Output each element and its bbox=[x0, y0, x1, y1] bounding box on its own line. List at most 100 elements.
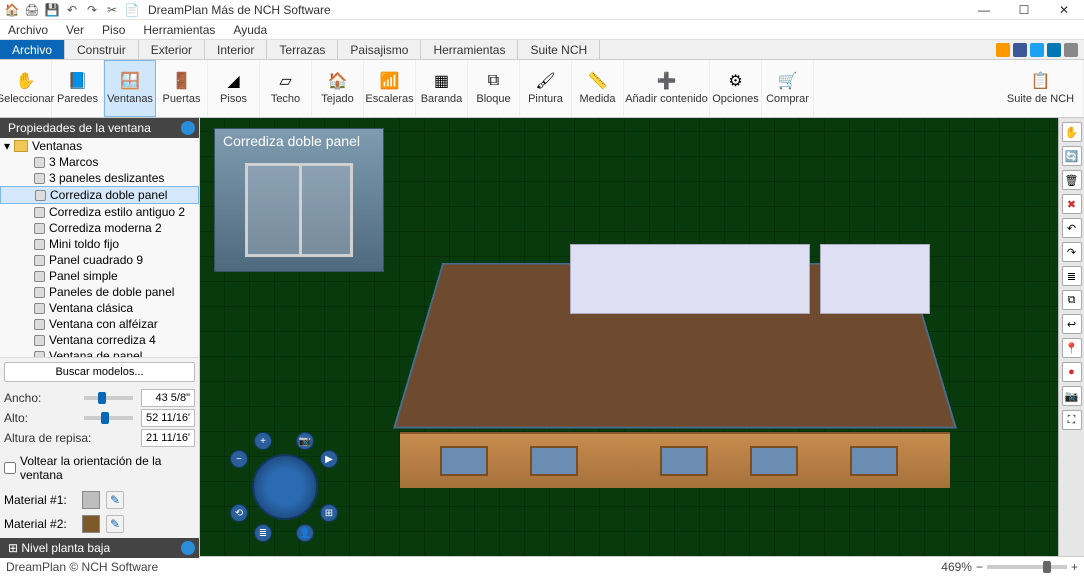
tab-archivo[interactable]: Archivo bbox=[0, 40, 65, 59]
menu-archivo[interactable]: Archivo bbox=[4, 21, 52, 39]
tool-tejado[interactable]: 🏠Tejado bbox=[312, 60, 364, 117]
tool-paredes[interactable]: 📘Paredes bbox=[52, 60, 104, 117]
tab-paisajismo[interactable]: Paisajismo bbox=[338, 40, 421, 59]
tree-item[interactable]: Mini toldo fijo bbox=[0, 236, 199, 252]
zoom-out-button[interactable]: − bbox=[230, 450, 248, 468]
navigation-pad[interactable]: − + 📷 ▶ ⊞ 👤 ≣ ⟲ bbox=[230, 432, 340, 542]
tool-anadir[interactable]: ➕Añadir contenido bbox=[624, 60, 710, 117]
tree-item[interactable]: Corrediza doble panel bbox=[0, 186, 199, 204]
doc-icon[interactable]: 📄 bbox=[124, 2, 140, 18]
print-icon[interactable]: 🖨 bbox=[24, 2, 40, 18]
layer-button[interactable]: ≣ bbox=[254, 524, 272, 542]
tool-pisos[interactable]: ◢Pisos bbox=[208, 60, 260, 117]
tool-techo[interactable]: ▱Techo bbox=[260, 60, 312, 117]
tree-root[interactable]: ▾ Ventanas bbox=[0, 138, 199, 154]
trash-button[interactable]: 🗑 bbox=[1062, 170, 1082, 190]
pin-button[interactable]: 📍 bbox=[1062, 338, 1082, 358]
record-button[interactable]: ● bbox=[1062, 362, 1082, 382]
home-icon[interactable]: 🏠 bbox=[4, 2, 20, 18]
repisa-input[interactable] bbox=[141, 429, 195, 447]
tree-item[interactable]: Corrediza estilo antiguo 2 bbox=[0, 204, 199, 220]
tree-item[interactable]: Panel cuadrado 9 bbox=[0, 252, 199, 268]
tree-item[interactable]: Corrediza moderna 2 bbox=[0, 220, 199, 236]
play-button[interactable]: ▶ bbox=[320, 450, 338, 468]
tool-baranda[interactable]: ▦Baranda bbox=[416, 60, 468, 117]
person-button[interactable]: 👤 bbox=[296, 524, 314, 542]
panel-toggle-icon[interactable] bbox=[181, 121, 195, 135]
tool-puertas[interactable]: 🚪Puertas bbox=[156, 60, 208, 117]
tree-item[interactable]: 3 paneles deslizantes bbox=[0, 170, 199, 186]
delete-x-button[interactable]: ✖ bbox=[1062, 194, 1082, 214]
maximize-button[interactable]: ☐ bbox=[1004, 0, 1044, 20]
social-icon[interactable] bbox=[996, 43, 1010, 57]
eyedropper-icon[interactable]: ✎ bbox=[106, 491, 124, 509]
minimize-button[interactable]: — bbox=[964, 0, 1004, 20]
tab-suite-nch[interactable]: Suite NCH bbox=[518, 40, 600, 59]
reset-button[interactable]: ⟲ bbox=[230, 504, 248, 522]
tab-exterior[interactable]: Exterior bbox=[139, 40, 205, 59]
undo-icon[interactable]: ↶ bbox=[64, 2, 80, 18]
redo-icon[interactable]: ↷ bbox=[84, 2, 100, 18]
tool-comprar[interactable]: 🛒Comprar bbox=[762, 60, 814, 117]
ancho-input[interactable] bbox=[141, 389, 195, 407]
wrap-button[interactable]: ↩ bbox=[1062, 314, 1082, 334]
menu-ver[interactable]: Ver bbox=[62, 21, 88, 39]
tab-herramientas[interactable]: Herramientas bbox=[421, 40, 518, 59]
viewport-3d[interactable]: Corrediza doble panel − + 📷 ▶ ⊞ 👤 ≣ ⟲ bbox=[200, 118, 1058, 556]
tool-seleccionar[interactable]: ✋Seleccionar bbox=[0, 60, 52, 117]
tree-item[interactable]: Ventana con alféizar bbox=[0, 316, 199, 332]
social-icon[interactable] bbox=[1064, 43, 1078, 57]
menu-herramientas[interactable]: Herramientas bbox=[139, 21, 219, 39]
tree-item[interactable]: Ventana corrediza 4 bbox=[0, 332, 199, 348]
search-models-button[interactable]: Buscar modelos... bbox=[4, 362, 195, 382]
alto-slider[interactable] bbox=[84, 416, 133, 420]
tab-construir[interactable]: Construir bbox=[65, 40, 139, 59]
level-bar[interactable]: ⊞ Nivel planta baja bbox=[0, 538, 199, 558]
tool-escaleras[interactable]: 📶Escaleras bbox=[364, 60, 416, 117]
undo-button[interactable]: ↶ bbox=[1062, 218, 1082, 238]
redo-button[interactable]: ↷ bbox=[1062, 242, 1082, 262]
hand-button[interactable]: ✋ bbox=[1062, 122, 1082, 142]
tool-suitench[interactable]: 📋Suite de NCH bbox=[998, 60, 1084, 117]
zoom-out-button[interactable]: − bbox=[976, 560, 983, 574]
tool-medida[interactable]: 📏Medida bbox=[572, 60, 624, 117]
ancho-slider[interactable] bbox=[84, 396, 133, 400]
tool-ventanas[interactable]: 🪟Ventanas bbox=[104, 60, 156, 117]
alto-input[interactable] bbox=[141, 409, 195, 427]
cut-icon[interactable]: ✂ bbox=[104, 2, 120, 18]
tree-item[interactable]: Paneles de doble panel bbox=[0, 284, 199, 300]
tree-item[interactable]: Ventana clásica bbox=[0, 300, 199, 316]
tool-pintura[interactable]: 🖌Pintura bbox=[520, 60, 572, 117]
social-icon[interactable] bbox=[1047, 43, 1061, 57]
menu-ayuda[interactable]: Ayuda bbox=[229, 21, 271, 39]
fullscreen-button[interactable]: ⛶ bbox=[1062, 410, 1082, 430]
navpad-ring[interactable] bbox=[252, 454, 318, 520]
tree-item[interactable]: Panel simple bbox=[0, 268, 199, 284]
stack-button[interactable]: ≣ bbox=[1062, 266, 1082, 286]
building-model[interactable] bbox=[400, 228, 950, 488]
tree-item[interactable]: Ventana de panel bbox=[0, 348, 199, 358]
tab-interior[interactable]: Interior bbox=[205, 40, 267, 59]
flip-checkbox[interactable] bbox=[4, 462, 16, 474]
tool-opciones[interactable]: ⚙Opciones bbox=[710, 60, 762, 117]
screenshot-button[interactable]: 📷 bbox=[1062, 386, 1082, 406]
zoom-in-button[interactable]: + bbox=[254, 432, 272, 450]
close-button[interactable]: ✕ bbox=[1044, 0, 1084, 20]
zoom-in-button[interactable]: + bbox=[1071, 560, 1078, 574]
zoom-slider[interactable] bbox=[987, 565, 1067, 569]
social-icon[interactable] bbox=[1013, 43, 1027, 57]
material-swatch[interactable] bbox=[82, 515, 100, 533]
copy-button[interactable]: ⧉ bbox=[1062, 290, 1082, 310]
material-swatch[interactable] bbox=[82, 491, 100, 509]
eyedropper-icon[interactable]: ✎ bbox=[106, 515, 124, 533]
tab-terrazas[interactable]: Terrazas bbox=[267, 40, 338, 59]
social-icon[interactable] bbox=[1030, 43, 1044, 57]
window-tree[interactable]: ▾ Ventanas 3 Marcos3 paneles deslizantes… bbox=[0, 138, 199, 358]
rotate-button[interactable]: 🔄 bbox=[1062, 146, 1082, 166]
save-icon[interactable]: 💾 bbox=[44, 2, 60, 18]
tree-item[interactable]: 3 Marcos bbox=[0, 154, 199, 170]
camera-button[interactable]: 📷 bbox=[296, 432, 314, 450]
menu-piso[interactable]: Piso bbox=[98, 21, 129, 39]
snap-button[interactable]: ⊞ bbox=[320, 504, 338, 522]
level-toggle-icon[interactable] bbox=[181, 541, 195, 555]
